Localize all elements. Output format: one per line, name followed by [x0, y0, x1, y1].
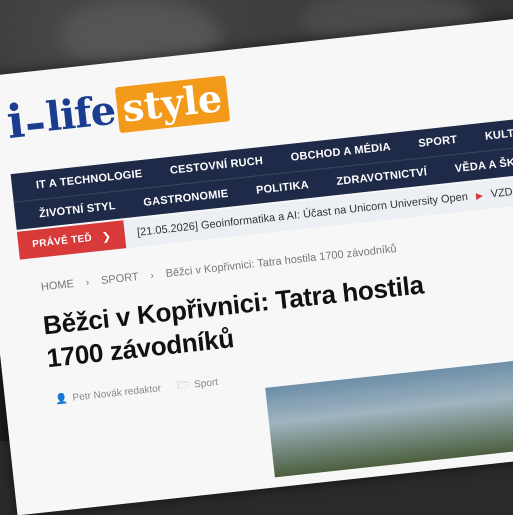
logo-life: life [43, 86, 118, 141]
user-icon: 👤 [54, 393, 69, 406]
logo-style: style [114, 75, 231, 134]
article-meta: 👤 Petr Novák redaktor 🗁 Sport [54, 374, 219, 409]
article-hero-image [265, 355, 513, 478]
nav-item-sport[interactable]: SPORT [404, 132, 472, 151]
nav-item-zivotni-styl[interactable]: ŽIVOTNÍ STYL [25, 198, 131, 221]
site-logo[interactable]: i life style [4, 70, 231, 150]
nav-item-politika[interactable]: POLITIKA [242, 177, 324, 198]
ticker-next-category: VZDĚLÁVÁNÍ [490, 181, 513, 201]
webpage-photo: i life style IT A TECHNOLOGIE CESTOVNÍ R… [0, 15, 513, 515]
ticker-label-text: PRÁVĚ TEĎ [31, 232, 93, 250]
logo-dash [27, 122, 45, 130]
play-icon: ▶ [475, 190, 484, 202]
breadcrumb-home[interactable]: HOME [40, 278, 74, 293]
breadcrumb-section[interactable]: SPORT [101, 271, 140, 287]
nav-item-veda-skolstvi[interactable]: VĚDA A ŠKOLS [440, 152, 513, 176]
logo-letter: i [4, 93, 28, 150]
nav-item-gastronomie[interactable]: GASTRONOMIE [129, 186, 243, 210]
article-category[interactable]: Sport [194, 377, 219, 391]
chevron-right-icon: › [149, 270, 155, 282]
nav-item-zdravotnictvi[interactable]: ZDRAVOTNICTVÍ [322, 164, 442, 189]
nav-item-kultura[interactable]: KULTURA [470, 123, 513, 144]
chevron-right-icon: ❯ [101, 230, 113, 244]
article-author[interactable]: Petr Novák redaktor [72, 383, 162, 404]
chevron-right-icon: › [85, 277, 90, 289]
folder-icon: 🗁 [176, 379, 190, 392]
